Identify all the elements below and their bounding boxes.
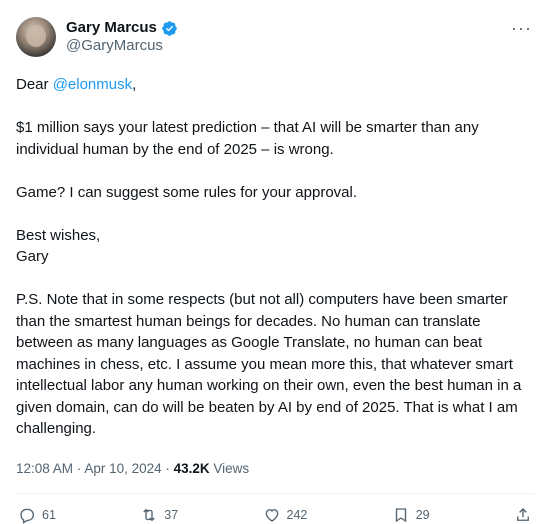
tweet-text: Dear @elonmusk, $1 million says your lat…: [16, 74, 526, 440]
author-display-name[interactable]: Gary Marcus: [66, 19, 157, 37]
like-count: 242: [286, 508, 308, 522]
like-button[interactable]: 242: [263, 506, 308, 524]
signoff-line-1: Best wishes,: [16, 226, 101, 244]
verified-badge-icon: [161, 20, 178, 37]
tweet-card: Gary Marcus @GaryMarcus ··· Dear @elonmu…: [0, 0, 550, 524]
tweet-time[interactable]: 12:08 AM: [16, 461, 73, 476]
mention-link[interactable]: @elonmusk: [53, 76, 132, 93]
avatar[interactable]: [16, 17, 56, 57]
greeting-prefix: Dear: [16, 76, 53, 93]
author-handle[interactable]: @GaryMarcus: [66, 37, 178, 55]
share-icon: [517, 508, 529, 521]
author-names: Gary Marcus @GaryMarcus: [66, 19, 178, 55]
repost-button[interactable]: 37: [140, 506, 178, 524]
greeting-suffix: ,: [132, 76, 137, 93]
paragraph-game: Game? I can suggest some rules for your …: [16, 183, 358, 201]
tweet-date[interactable]: Apr 10, 2024: [84, 461, 161, 476]
meta-separator-2: ·: [161, 461, 174, 476]
repost-icon: [143, 508, 155, 522]
tweet-header: Gary Marcus @GaryMarcus ···: [16, 12, 534, 62]
reply-button[interactable]: 61: [18, 506, 56, 524]
tweet-meta: 12:08 AM · Apr 10, 2024 · 43.2K Views: [16, 459, 534, 479]
name-row: Gary Marcus: [66, 19, 178, 37]
meta-separator: ·: [73, 461, 85, 476]
share-button[interactable]: [514, 506, 532, 524]
repost-count: 37: [164, 508, 179, 522]
views-label: Views: [209, 461, 250, 476]
postscript: P.S. Note that in some respects (but not…: [16, 291, 522, 437]
action-bar: 61 37 242 29: [16, 494, 534, 524]
reply-icon: [20, 508, 35, 524]
bookmark-count: 29: [415, 508, 430, 522]
bookmark-icon: [395, 508, 406, 523]
greeting-line: Dear @elonmusk,: [16, 74, 526, 96]
bookmark-button[interactable]: 29: [392, 506, 430, 524]
paragraph-bet: $1 million says your latest prediction –…: [16, 119, 479, 158]
views-count[interactable]: 43.2K: [174, 461, 210, 476]
more-options-icon[interactable]: ···: [511, 18, 532, 39]
reply-count: 61: [42, 508, 56, 522]
signoff: Best wishes, Gary: [16, 225, 526, 268]
heart-icon: [265, 509, 278, 522]
signoff-line-2: Gary: [16, 248, 49, 265]
